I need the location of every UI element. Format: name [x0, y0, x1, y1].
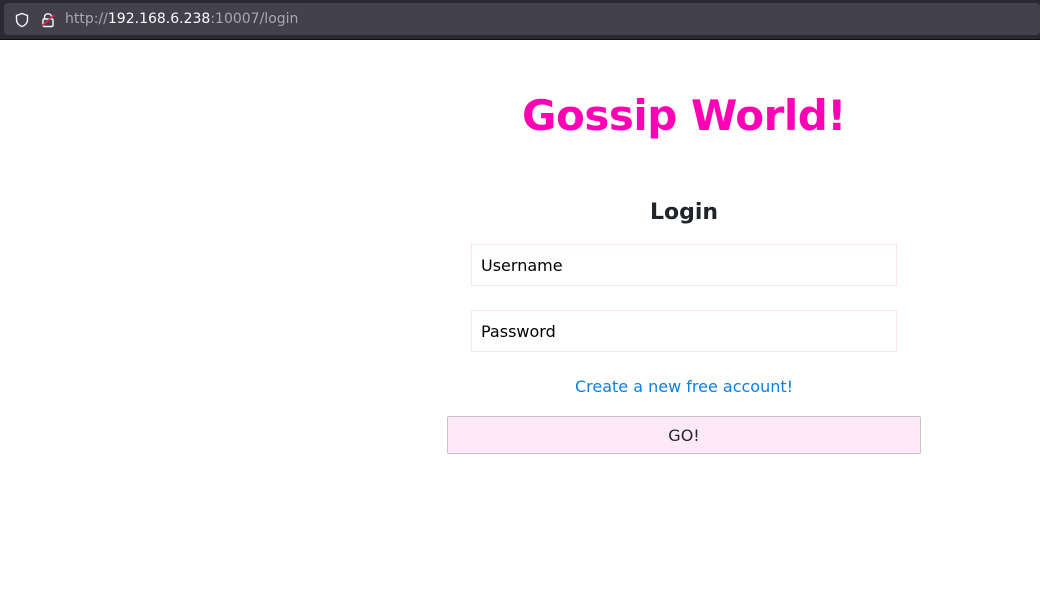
username-input[interactable] [471, 244, 897, 286]
url-host: 192.168.6.238 [107, 11, 211, 27]
browser-toolbar: http://192.168.6.238:10007/login [0, 0, 1040, 40]
login-heading: Login [649, 200, 719, 225]
go-button[interactable]: GO! [447, 416, 921, 454]
address-bar[interactable]: http://192.168.6.238:10007/login [4, 3, 1040, 35]
password-input[interactable] [471, 310, 897, 352]
url-scheme: http:// [65, 11, 108, 27]
insecure-lock-icon[interactable] [40, 12, 56, 28]
app-title: Gossip World! [522, 91, 846, 140]
url-text[interactable]: http://192.168.6.238:10007/login [65, 10, 298, 28]
create-account-link[interactable]: Create a new free account! [444, 377, 924, 397]
shield-icon[interactable] [14, 12, 30, 28]
url-path: :10007/login [210, 11, 299, 27]
